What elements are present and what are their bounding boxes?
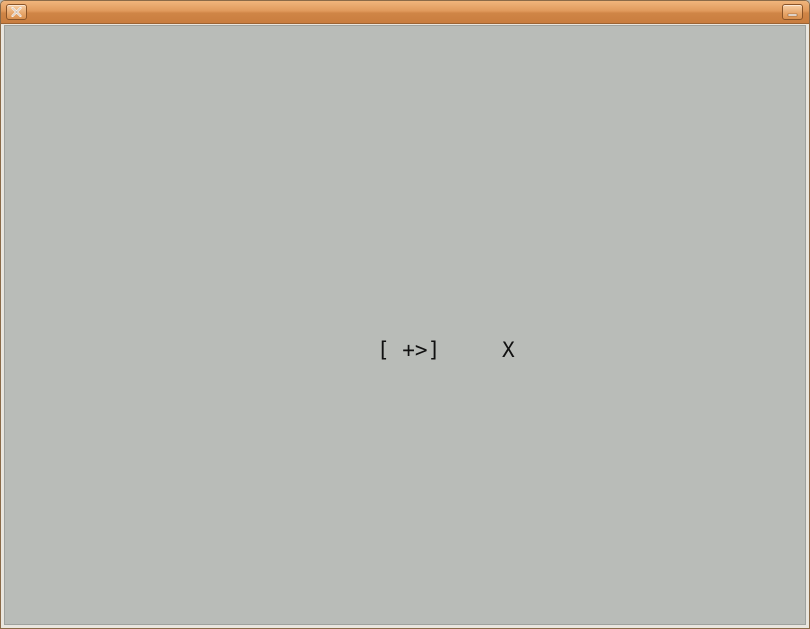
app-window: [ +>] X — [0, 0, 810, 629]
marker-text: X — [502, 338, 515, 362]
terminal-area[interactable]: [ +>] X — [4, 25, 806, 625]
title-bar[interactable] — [1, 1, 809, 24]
close-button[interactable] — [6, 4, 27, 20]
prompt-text: [ +>] — [377, 338, 441, 362]
minimize-icon — [787, 13, 798, 17]
minimize-button[interactable] — [782, 4, 803, 20]
close-icon — [11, 6, 22, 18]
